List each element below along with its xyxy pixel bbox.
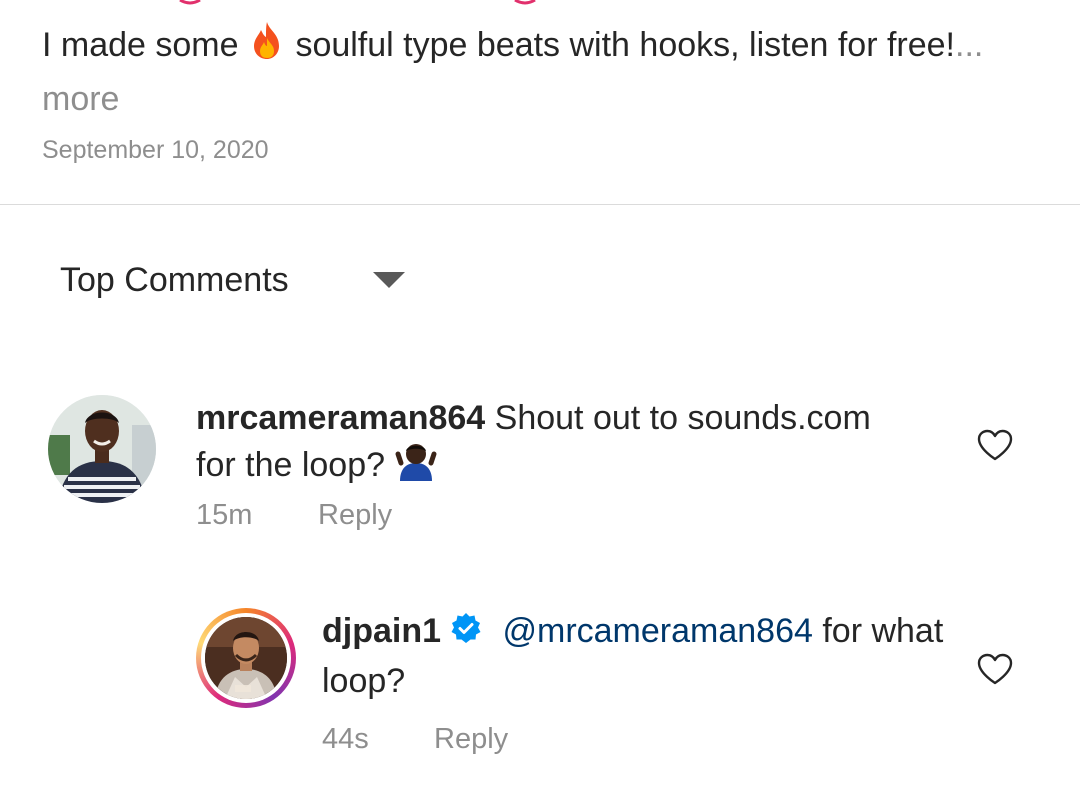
comment-body: mrcameraman864 Shout out to sounds.com f… [196, 395, 896, 493]
chevron-down-icon [372, 272, 405, 288]
reply-button[interactable]: Reply [434, 723, 508, 756]
comment-timestamp: 15m [196, 499, 253, 531]
reply-button[interactable]: Reply [318, 499, 392, 532]
comments-sort-label: Top Comments [60, 260, 289, 299]
mention-link[interactable]: @mrcameraman864 [502, 612, 812, 650]
avatar[interactable] [48, 395, 156, 503]
divider [0, 204, 1080, 205]
comment-meta: 44s Reply [322, 723, 508, 756]
post-date: September 10, 2020 [42, 136, 269, 164]
top-edge-fragment [179, 0, 536, 5]
comment-timestamp: 44s [322, 723, 369, 755]
post-caption: I made some soulful type beats with hook… [42, 20, 1032, 124]
fire-emoji [248, 20, 286, 74]
shrug-emoji [394, 441, 438, 493]
heart-icon[interactable] [976, 652, 1014, 686]
comment-meta: 15m Reply [196, 499, 392, 532]
heart-icon[interactable] [976, 428, 1014, 462]
comments-sort-dropdown[interactable]: Top Comments [60, 255, 405, 305]
comment-body: djpain1 @mrcameraman864 for what loop? [322, 608, 962, 704]
avatar[interactable] [205, 617, 287, 699]
caption-text-start: I made some [42, 26, 239, 64]
caption-text-end: soulful type beats with hooks, listen fo… [295, 26, 956, 64]
comment-username[interactable]: mrcameraman864 [196, 399, 485, 437]
verified-badge-icon [449, 612, 483, 658]
comment-username[interactable]: djpain1 [322, 612, 441, 650]
